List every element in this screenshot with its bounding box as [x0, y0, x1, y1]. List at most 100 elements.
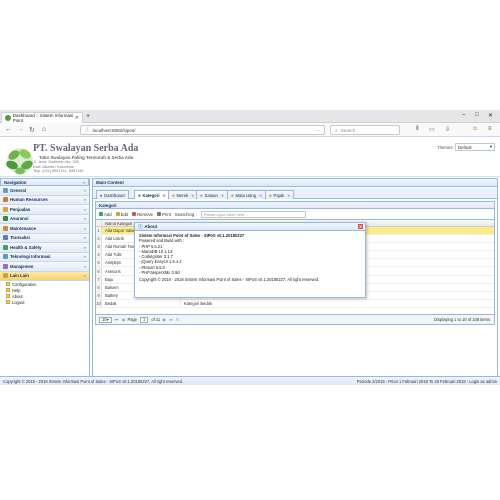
it-icon: [3, 254, 8, 260]
tab-dashboard[interactable]: ▾ Dashboard: [96, 190, 129, 199]
refresh-icon[interactable]: ↻: [176, 317, 179, 322]
sidebar-item-human-resources[interactable]: Human Resources »: [0, 195, 89, 205]
url-bar[interactable]: ⓘ localhost:8082/sipos/ ···: [80, 125, 325, 135]
expand-icon: »: [83, 263, 86, 269]
collapse-icon[interactable]: «: [83, 180, 85, 185]
close-window-icon[interactable]: ✕: [488, 112, 493, 119]
search-icon: ⌕: [335, 127, 338, 133]
browser-search-box[interactable]: ⌕ Search: [330, 125, 400, 135]
tab-merek[interactable]: ■ Merek ✕: [168, 190, 199, 199]
page-number-input[interactable]: 1: [140, 316, 149, 323]
tab-satuan[interactable]: ■ Satuan ✕: [196, 190, 229, 199]
sidebar-item-teknologi-informasi[interactable]: Teknologi Informasi »: [0, 252, 89, 262]
sidebar-item-transaksi[interactable]: Transaksi »: [0, 233, 89, 243]
sidebar-item-general[interactable]: General »: [0, 186, 89, 196]
sidebar-item-label: Lain Lain: [10, 273, 29, 279]
sidebar-item-maintenance[interactable]: Maintenance »: [0, 224, 89, 234]
other-icon: [3, 273, 8, 279]
edit-button[interactable]: Edit: [115, 211, 129, 217]
maximize-icon[interactable]: □: [475, 112, 479, 118]
sidebar-item-label: Manajemen: [10, 263, 34, 269]
forward-icon[interactable]: →: [17, 126, 24, 133]
page-number-value: 1: [143, 317, 146, 322]
print-label: Print: [162, 211, 171, 217]
first-page-icon[interactable]: ⏮: [115, 317, 119, 322]
company-info: PT. Swalayan Serba Ada Toko Swalayan Pal…: [33, 143, 138, 174]
reload-icon[interactable]: ↻: [29, 126, 35, 134]
sidebar-icon[interactable]: ▭: [429, 126, 435, 133]
page-label: Page: [127, 317, 138, 322]
file-icon: [6, 300, 10, 304]
expand-icon: »: [83, 244, 86, 250]
page-size-value: 10: [102, 317, 107, 322]
back-icon[interactable]: ←: [5, 126, 12, 133]
sidebar: Navigation « General » Human Resources » P…: [0, 178, 90, 383]
sidebar-item-lain-lain[interactable]: Lain Lain «: [0, 271, 89, 281]
browser-tab[interactable]: Dashboard :: Sistem Informasi Point ✕: [1, 112, 83, 123]
expand-icon: »: [83, 187, 86, 193]
tab-label: Satuan: [204, 192, 218, 198]
sidebar-item-label: Teknologi Informasi: [10, 254, 51, 260]
address-line: Telp. (021) 8987141, 8987182: [33, 169, 84, 173]
page-actions-icon[interactable]: ···: [315, 128, 320, 133]
close-tab-icon[interactable]: ✕: [163, 193, 166, 198]
last-page-icon[interactable]: ⏭: [169, 317, 173, 322]
dialog-item: - PHPJasperXML 0.9d: [139, 270, 180, 276]
sidebar-item-label: Health & Safety: [10, 244, 42, 250]
subitem-label: Logout: [12, 299, 25, 305]
close-tab-icon[interactable]: ✕: [191, 193, 194, 198]
next-page-icon[interactable]: ▶: [163, 317, 166, 322]
sidebar-item-asuransi[interactable]: Asuransi »: [0, 214, 89, 224]
page-size-select[interactable]: 10 ▾: [99, 316, 112, 323]
grid-search-input[interactable]: Please input value here...: [200, 210, 306, 218]
url-text: localhost:8082/sipos/: [92, 127, 136, 133]
subitem-label: Configuration: [12, 281, 37, 287]
brand-icon: ■: [172, 192, 175, 198]
close-tab-icon[interactable]: ✕: [287, 193, 290, 198]
expand-icon: »: [83, 206, 86, 212]
close-tab-icon[interactable]: ✕: [75, 115, 79, 121]
subitem-label: Help: [12, 287, 21, 293]
sidebar-subitem-logout[interactable]: Logout: [0, 299, 89, 305]
remove-button[interactable]: Remove: [132, 212, 153, 217]
sidebar-item-label: Maintenance: [10, 225, 37, 231]
close-icon[interactable]: ✕: [358, 224, 363, 229]
tab-pajak[interactable]: ■ Pajak ✕: [265, 190, 295, 199]
print-button[interactable]: Print: [157, 212, 171, 217]
library-icon[interactable]: ⫴: [416, 126, 419, 133]
home-icon[interactable]: ⌂: [42, 126, 46, 133]
download-icon[interactable]: ⇩: [445, 126, 450, 133]
sidebar-item-health-safety[interactable]: Health & Safety »: [0, 243, 89, 253]
dialog-footer: Copyright © 2016 - 2018 Sistem Informasi…: [139, 277, 320, 283]
minimize-icon[interactable]: –: [462, 112, 465, 118]
theme-select[interactable]: Default ▾: [455, 143, 495, 151]
file-icon: [6, 294, 10, 298]
dialog-title-bar[interactable]: ⓘ About ✕: [135, 223, 365, 231]
new-tab-button[interactable]: +: [86, 113, 90, 120]
file-icon: [6, 288, 10, 292]
tab-kategori[interactable]: ■ Kategori ✕: [134, 190, 170, 199]
smile-icon[interactable]: ☺: [472, 126, 478, 132]
add-button[interactable]: Add: [99, 212, 112, 217]
status-bar: Copyright © 2016 - 2018 Sistem Informasi…: [0, 376, 500, 385]
sidebar-item-manajemen[interactable]: Manajemen »: [0, 262, 89, 272]
menu-icon[interactable]: ≡: [488, 126, 492, 132]
close-tab-icon[interactable]: ✕: [259, 193, 262, 198]
prev-page-icon[interactable]: ◀: [121, 317, 124, 322]
logo-icon: [6, 148, 33, 175]
management-icon: [3, 263, 8, 269]
table-row[interactable]: 10 Bedak Kategori Bedak: [96, 299, 494, 308]
dashboard-icon: ▾: [100, 192, 103, 198]
edit-label: Edit: [120, 211, 129, 217]
status-right: Periode 2/2018 - Priori 1 Februari 2018 …: [356, 378, 497, 384]
edit-icon: [115, 212, 120, 216]
sidebar-title-text: Navigation: [4, 179, 27, 185]
collapse-icon: «: [83, 273, 86, 279]
browser-nav-bar: ← → ↻ ⌂ ⓘ localhost:8082/sipos/ ··· ⌕ Se…: [0, 123, 500, 137]
sidebar-item-penjualan[interactable]: Penjualan »: [0, 205, 89, 215]
favicon-icon: [5, 115, 11, 121]
general-icon: [3, 187, 8, 193]
tab-mata-uang[interactable]: ■ Mata Uang ✕: [227, 190, 267, 199]
close-tab-icon[interactable]: ✕: [221, 193, 224, 198]
sales-icon: [3, 206, 8, 212]
